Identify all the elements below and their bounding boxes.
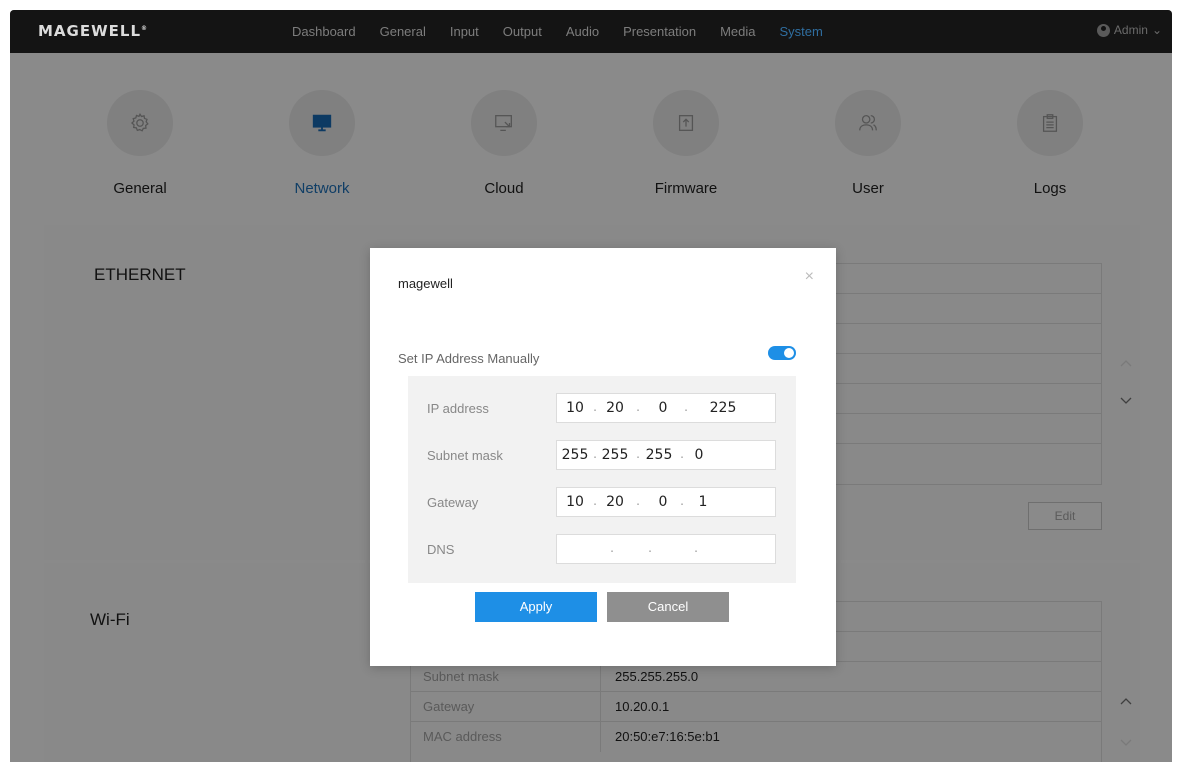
field-label: IP address: [427, 401, 489, 416]
table-row: MAC address 20:50:e7:16:5e:b1: [411, 722, 1101, 752]
nav-general[interactable]: General: [368, 10, 438, 53]
nav-presentation[interactable]: Presentation: [611, 10, 708, 53]
chevron-up-icon[interactable]: [1120, 697, 1132, 705]
tab-network[interactable]: Network: [252, 90, 392, 197]
octet-input[interactable]: 20: [597, 494, 633, 510]
tab-user[interactable]: User: [798, 90, 938, 197]
octet-input[interactable]: 0: [681, 447, 717, 463]
octet-input[interactable]: 255: [557, 447, 593, 463]
octet-input[interactable]: 10: [557, 494, 593, 510]
system-tabs: General Network Cloud Firmware User Logs: [70, 90, 1130, 230]
manual-ip-label: Set IP Address Manually: [398, 351, 540, 366]
nav-dashboard[interactable]: Dashboard: [280, 10, 368, 53]
tab-label: Logs: [1033, 180, 1067, 197]
chevron-up-icon[interactable]: [1120, 359, 1132, 367]
octet-input[interactable]: 10: [557, 400, 593, 416]
octet-input[interactable]: 20: [597, 400, 633, 416]
octet-input[interactable]: 225: [693, 400, 753, 416]
field-label: Subnet mask: [427, 448, 503, 463]
gateway-field[interactable]: 10 . 20 . 0 . 1: [556, 487, 776, 517]
manual-ip-toggle[interactable]: [768, 346, 796, 360]
monitor-icon: [289, 90, 355, 156]
app-window: MAGEWELL® Dashboard General Input Output…: [10, 10, 1172, 762]
tab-general[interactable]: General: [70, 90, 210, 197]
tab-label: Network: [294, 180, 350, 197]
row-key: Subnet mask: [411, 662, 601, 691]
clipboard-icon: [1017, 90, 1083, 156]
edit-button[interactable]: Edit: [1028, 502, 1102, 530]
user-menu[interactable]: Admin ⌄: [1096, 23, 1162, 37]
tab-label: Cloud: [484, 180, 524, 197]
tab-label: User: [852, 180, 884, 197]
main-nav: Dashboard General Input Output Audio Pre…: [280, 10, 835, 53]
gear-icon: [107, 90, 173, 156]
row-value: 10.20.0.1: [615, 699, 670, 714]
tab-logs[interactable]: Logs: [980, 90, 1120, 197]
dialog-title: magewell: [398, 276, 453, 291]
octet-separator: .: [636, 400, 640, 414]
cancel-button[interactable]: Cancel: [607, 592, 729, 622]
nav-media[interactable]: Media: [708, 10, 767, 53]
tab-label: General: [113, 180, 167, 197]
octet-separator: .: [684, 400, 688, 414]
subnet-mask-field[interactable]: 255 . 255 . 255 . 0: [556, 440, 776, 470]
ip-settings-dialog: magewell × Set IP Address Manually IP ad…: [370, 248, 836, 666]
octet-separator: .: [694, 541, 698, 555]
ethernet-title: ETHERNET: [94, 265, 186, 284]
tab-cloud[interactable]: Cloud: [434, 90, 574, 197]
cloud-screen-icon: [471, 90, 537, 156]
field-label: DNS: [427, 542, 455, 557]
octet-input[interactable]: 0: [645, 494, 681, 510]
octet-separator: .: [610, 541, 614, 555]
ip-address-row: IP address 10 . 20 . 0 . 225: [408, 393, 796, 425]
chevron-down-icon[interactable]: [1120, 739, 1132, 747]
chevron-down-icon: ⌄: [1151, 23, 1162, 37]
octet-separator: .: [636, 494, 640, 508]
users-icon: [835, 90, 901, 156]
octet-input[interactable]: 255: [641, 447, 677, 463]
nav-output[interactable]: Output: [491, 10, 554, 53]
top-nav-bar: MAGEWELL® Dashboard General Input Output…: [10, 10, 1172, 53]
brand-logo[interactable]: MAGEWELL®: [38, 22, 148, 40]
tab-firmware[interactable]: Firmware: [616, 90, 756, 197]
row-value: 20:50:e7:16:5e:b1: [615, 729, 720, 744]
ip-config-panel: IP address 10 . 20 . 0 . 225 Subnet mask…: [408, 376, 796, 583]
subnet-mask-row: Subnet mask 255 . 255 . 255 . 0: [408, 440, 796, 472]
table-row: Gateway 10.20.0.1: [411, 692, 1101, 722]
row-value: 255.255.255.0: [615, 669, 699, 684]
chevron-down-icon[interactable]: [1120, 397, 1132, 405]
octet-input[interactable]: 0: [645, 400, 681, 416]
dns-row: DNS . . .: [408, 534, 796, 566]
octet-separator: .: [648, 541, 652, 555]
upload-icon: [653, 90, 719, 156]
octet-input[interactable]: 255: [597, 447, 633, 463]
row-key: MAC address: [411, 722, 601, 752]
dns-field[interactable]: . . .: [556, 534, 776, 564]
gateway-row: Gateway 10 . 20 . 0 . 1: [408, 487, 796, 519]
nav-system[interactable]: System: [767, 10, 834, 53]
user-name: Admin: [1113, 23, 1148, 37]
close-icon[interactable]: ×: [805, 268, 814, 286]
table-row: Subnet mask 255.255.255.0: [411, 662, 1101, 692]
octet-input[interactable]: 1: [685, 494, 721, 510]
field-label: Gateway: [427, 495, 479, 510]
wifi-title: Wi-Fi: [90, 610, 130, 629]
apply-button[interactable]: Apply: [475, 592, 597, 622]
row-key: Gateway: [411, 692, 601, 721]
tab-label: Firmware: [654, 180, 718, 197]
ip-address-field[interactable]: 10 . 20 . 0 . 225: [556, 393, 776, 423]
user-avatar-icon: [1096, 23, 1110, 37]
nav-input[interactable]: Input: [438, 10, 491, 53]
nav-audio[interactable]: Audio: [554, 10, 611, 53]
